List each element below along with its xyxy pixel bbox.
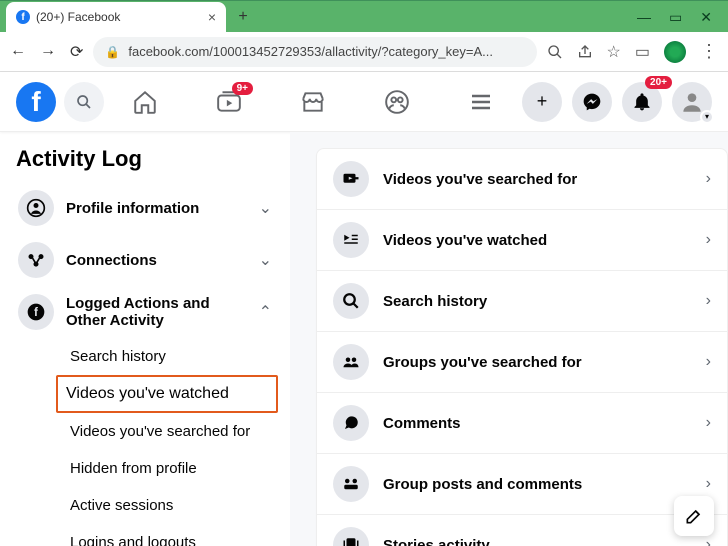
activity-list: Videos you've searched for › Videos you'… [316,148,728,546]
sidebar-item-label: Logged Actions and Other Activity [66,295,247,329]
reload-icon[interactable]: ⟳ [70,42,83,62]
facebook-favicon: f [16,10,30,24]
new-tab-button[interactable]: + [232,6,254,28]
list-item-label: Videos you've watched [383,232,692,249]
list-item-comments[interactable]: Comments › [317,393,727,454]
forward-icon[interactable]: → [40,42,56,62]
list-item-label: Comments [383,415,692,432]
home-icon[interactable] [131,88,159,116]
messenger-button[interactable] [572,82,612,122]
chevron-up-icon: ⌃ [259,302,272,322]
groups-icon[interactable] [383,88,411,116]
search-url-icon[interactable] [547,44,563,60]
watch-badge: 9+ [232,82,253,95]
window-controls: — ▭ ✕ [637,9,722,32]
sidebar-item-connections[interactable]: Connections ⌄ [12,234,278,286]
create-button[interactable]: + [522,82,562,122]
chevron-right-icon: › [706,353,711,371]
facebook-logo[interactable]: f [16,82,56,122]
list-item-label: Group posts and comments [383,476,692,493]
profile-icon [18,190,54,226]
lock-icon: 🔒 [105,45,120,59]
groups-icon [333,344,369,380]
marketplace-icon[interactable] [299,88,327,116]
kebab-menu-icon[interactable]: ⋮ [700,41,718,62]
extensions-icon[interactable]: ▭ [635,42,650,62]
sidebar-sub-logins[interactable]: Logins and logouts [64,524,278,546]
list-item-search-history[interactable]: Search history › [317,271,727,332]
back-icon[interactable]: ← [10,42,26,62]
browser-address-bar: ← → ⟳ 🔒 facebook.com/100013452729353/all… [0,32,728,72]
chevron-right-icon: › [706,414,711,432]
list-item-label: Groups you've searched for [383,354,692,371]
list-item-group-posts[interactable]: Group posts and comments › [317,454,727,515]
chevron-right-icon: › [706,536,711,546]
video-playlist-icon [333,222,369,258]
sidebar-item-profile[interactable]: Profile information ⌄ [12,182,278,234]
chevron-right-icon: › [706,475,711,493]
list-item-videos-watched[interactable]: Videos you've watched › [317,210,727,271]
facebook-search-button[interactable] [64,82,104,122]
notifications-button[interactable]: 20+ [622,82,662,122]
close-tab-icon[interactable]: × [208,9,216,25]
facebook-header: f 9+ + 20+ ▾ [0,72,728,132]
sidebar-item-label: Connections [66,252,247,269]
facebook-circle-icon: f [18,294,54,330]
close-icon[interactable]: ✕ [700,9,712,26]
maximize-icon[interactable]: ▭ [669,9,682,26]
content-area: Videos you've searched for › Videos you'… [290,132,728,546]
url-text: facebook.com/100013452729353/allactivity… [128,44,493,59]
compose-button[interactable] [674,496,714,536]
star-icon[interactable]: ☆ [607,42,621,62]
hamburger-menu-icon[interactable] [467,88,495,116]
group-posts-icon [333,466,369,502]
activity-log-sidebar: Activity Log Profile information ⌄ Conne… [0,132,290,546]
notifications-badge: 20+ [645,76,672,89]
list-item-label: Videos you've searched for [383,171,692,188]
stories-icon [333,527,369,546]
profile-avatar-icon[interactable] [664,41,686,63]
sidebar-sub-search-history[interactable]: Search history [64,338,278,375]
browser-tabs-bar: f (20+) Facebook × + — ▭ ✕ [0,0,728,32]
browser-tab[interactable]: f (20+) Facebook × [6,2,226,32]
chevron-right-icon: › [706,170,711,188]
sidebar-sub-hidden[interactable]: Hidden from profile [64,450,278,487]
list-item-label: Stories activity [383,537,692,546]
search-icon [333,283,369,319]
url-input[interactable]: 🔒 facebook.com/100013452729353/allactivi… [93,37,536,67]
list-item-stories[interactable]: Stories activity › [317,515,727,546]
sidebar-item-label: Profile information [66,200,247,217]
connections-icon [18,242,54,278]
sidebar-item-logged-actions[interactable]: f Logged Actions and Other Activity ⌃ [12,286,278,338]
watch-icon[interactable]: 9+ [215,88,243,116]
list-item-videos-searched[interactable]: Videos you've searched for › [317,149,727,210]
minimize-icon[interactable]: — [637,9,651,26]
chevron-down-icon: ⌄ [259,198,272,218]
sidebar-sub-active-sessions[interactable]: Active sessions [64,487,278,524]
comment-icon [333,405,369,441]
page-title: Activity Log [12,142,278,182]
account-button[interactable]: ▾ [672,82,712,122]
chevron-right-icon: › [706,231,711,249]
sidebar-sub-videos-watched[interactable]: Videos you've watched [56,375,278,413]
svg-text:f: f [34,306,38,319]
tab-title: (20+) Facebook [36,10,202,24]
chevron-right-icon: › [706,292,711,310]
chevron-down-icon: ▾ [700,110,714,124]
video-search-icon [333,161,369,197]
chevron-down-icon: ⌄ [259,250,272,270]
share-icon[interactable] [577,44,593,60]
sidebar-sub-videos-searched[interactable]: Videos you've searched for [64,413,278,450]
list-item-groups-searched[interactable]: Groups you've searched for › [317,332,727,393]
list-item-label: Search history [383,293,692,310]
